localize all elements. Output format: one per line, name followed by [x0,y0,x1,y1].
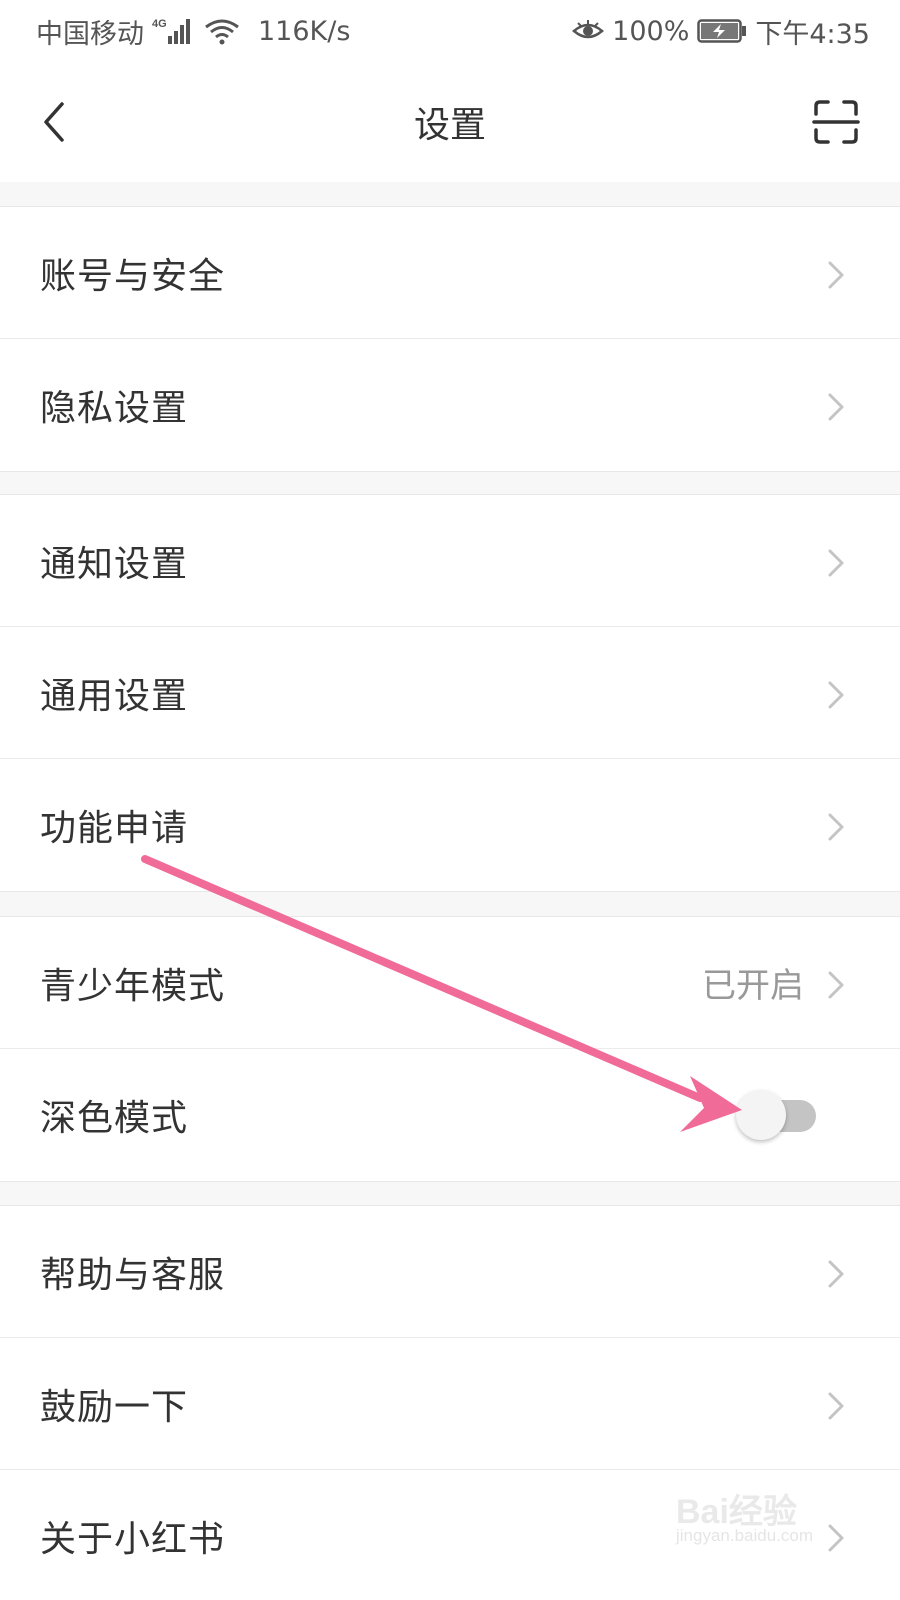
menu-item-label: 深色模式 [40,1098,189,1139]
menu-item-notification-settings[interactable]: 通知设置 [0,495,900,627]
chevron-right-icon [828,1392,844,1420]
status-bar: 中国移动 4G 116K/s 100% 下午4:35 [0,0,900,62]
menu-item-privacy-settings[interactable]: 隐私设置 [0,339,900,471]
carrier-name: 中国移动 [36,18,144,50]
menu-item-feature-application[interactable]: 功能申请 [0,759,900,891]
settings-group-account: 账号与安全 隐私设置 [0,206,900,472]
dark-mode-toggle[interactable] [736,1088,818,1142]
battery-charging-icon [697,19,747,43]
menu-item-youth-mode[interactable]: 青少年模式 已开启 [0,917,900,1049]
settings-group-general: 通知设置 通用设置 功能申请 [0,494,900,892]
watermark: Bai经验 jingyan.baidu.com [672,1470,842,1560]
chevron-right-icon [828,971,844,999]
cellular-signal-icon: 4G [152,18,190,44]
menu-item-label: 功能申请 [40,808,189,849]
menu-item-label: 隐私设置 [40,388,189,429]
wifi-icon [205,19,239,45]
chevron-right-icon [828,549,844,577]
menu-item-label: 帮助与客服 [40,1254,226,1296]
toggle-knob [736,1090,786,1140]
header: 设置 [0,62,900,182]
youth-mode-status: 已开启 [702,966,804,1006]
menu-item-dark-mode: 深色模式 [0,1049,900,1181]
chevron-right-icon [828,813,844,841]
watermark-url: jingyan.baidu.com [676,1526,814,1545]
chevron-right-icon [828,393,844,421]
scan-icon[interactable] [812,98,860,146]
chevron-right-icon [828,681,844,709]
menu-item-general-settings[interactable]: 通用设置 [0,627,900,759]
chevron-right-icon [828,1260,844,1288]
settings-group-modes: 青少年模式 已开启 深色模式 [0,916,900,1182]
menu-item-label: 账号与安全 [40,255,226,297]
menu-item-encourage[interactable]: 鼓励一下 [0,1338,900,1470]
menu-item-label: 关于小红书 [40,1519,226,1560]
clock-time: 下午4:35 [755,18,870,50]
network-speed: 116K/s [258,15,351,47]
menu-item-label: 鼓励一下 [40,1386,189,1428]
page-title: 设置 [413,105,486,146]
menu-item-help-support[interactable]: 帮助与客服 [0,1206,900,1338]
eye-comfort-icon [572,20,605,39]
menu-item-label: 通知设置 [40,543,189,585]
status-bar-right: 100% 下午4:35 [572,12,870,51]
menu-item-account-security[interactable]: 账号与安全 [0,207,900,339]
chevron-right-icon [828,261,844,289]
menu-item-label: 通用设置 [40,675,189,717]
menu-item-label: 青少年模式 [40,965,226,1007]
battery-percent: 100% [612,15,690,47]
back-arrow-icon[interactable] [34,98,78,146]
status-bar-left: 中国移动 4G 116K/s [36,12,358,51]
network-type-label: 4G [152,18,167,30]
